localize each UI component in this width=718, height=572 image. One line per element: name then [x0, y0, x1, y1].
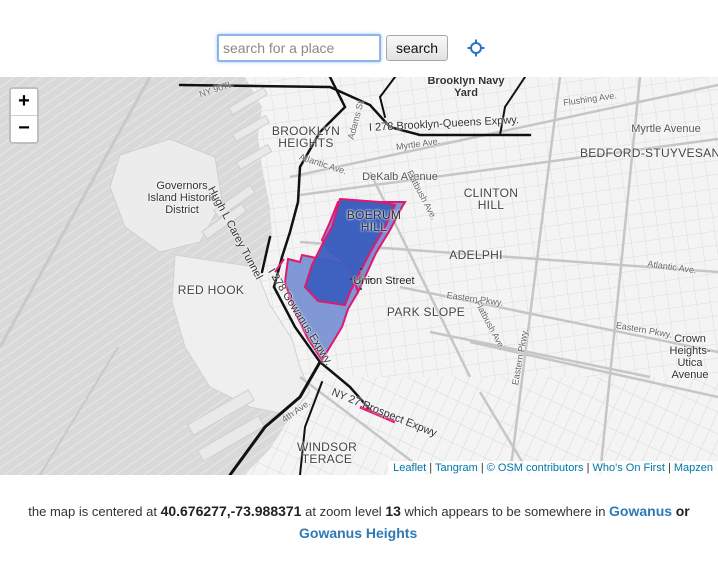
separator: |: [429, 462, 433, 474]
place-link-gowanus-heights[interactable]: Gowanus Heights: [299, 525, 417, 541]
label-windsor-terrace: WINDSOR TERACE: [296, 440, 358, 466]
label-boerum-hill: BOERUM HILL: [346, 208, 402, 234]
attribution-mapzen-link[interactable]: Mapzen: [674, 462, 713, 474]
separator: |: [480, 462, 484, 474]
label-brooklyn-heights: BROOKLYN HEIGHTS: [271, 124, 341, 150]
label-adelphi: ADELPHI: [449, 248, 503, 262]
search-bar: search: [217, 34, 486, 62]
separator: |: [667, 462, 671, 474]
status-text: the map is centered at 40.676277,-73.988…: [0, 500, 718, 523]
label-crown-heights: Crown Heights-Utica Avenue: [669, 333, 711, 381]
label-governors-island: Governors Island Historic District: [147, 180, 217, 216]
status-line2: Gowanus Heights: [299, 522, 417, 544]
zoom-in-button[interactable]: +: [11, 89, 37, 115]
zoom-out-button[interactable]: −: [11, 115, 37, 142]
attribution-tangram-link[interactable]: Tangram: [435, 462, 478, 474]
attribution-osm-link[interactable]: © OSM contributors: [487, 462, 584, 474]
label-brooklyn-navy-yard: Brooklyn Navy Yard: [427, 77, 505, 99]
attribution-leaflet-link[interactable]: Leaflet: [393, 462, 426, 474]
search-button[interactable]: search: [386, 35, 449, 61]
status-zoom-level: 13: [385, 503, 401, 519]
map-center-crosshair-icon: [350, 268, 372, 290]
zoom-control: + −: [9, 87, 39, 144]
label-clinton-hill: CLINTON HILL: [463, 186, 519, 212]
status-zoom-text: at zoom level: [305, 504, 382, 519]
status-coords: 40.676277,-73.988371: [160, 503, 302, 519]
label-myrtle-avenue: Myrtle Avenue: [631, 123, 701, 135]
attribution-wof-link[interactable]: Who's On First: [592, 462, 664, 474]
status-prefix: the map is centered at: [28, 504, 157, 519]
label-bedford-stuyvesant: BEDFORD-STUYVESANT: [579, 146, 718, 160]
place-link-gowanus[interactable]: Gowanus: [609, 503, 672, 519]
status-or: or: [675, 503, 690, 519]
map-attribution: Leaflet | Tangram | © OSM contributors |…: [388, 461, 718, 475]
map[interactable]: Brooklyn Navy Yard BROOKLYN HEIGHTS Gove…: [0, 77, 718, 475]
separator: |: [586, 462, 590, 474]
crosshair-locate-icon[interactable]: [466, 38, 486, 58]
search-input[interactable]: [217, 34, 381, 62]
status-middle: which appears to be somewhere in: [404, 504, 606, 519]
label-red-hook: RED HOOK: [177, 283, 245, 297]
label-park-slope: PARK SLOPE: [386, 305, 466, 319]
label-dekalb-ave: DeKalb Avenue: [362, 171, 438, 183]
